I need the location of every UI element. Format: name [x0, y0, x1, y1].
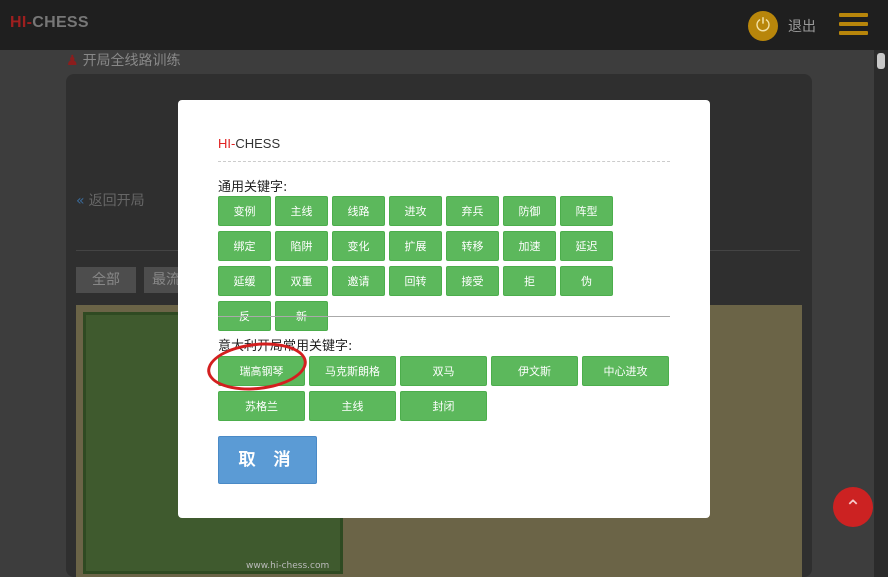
hamburger-menu-icon[interactable]: [839, 13, 868, 37]
keyword-button[interactable]: 绑定: [218, 231, 271, 261]
power-icon[interactable]: ⏻: [748, 11, 778, 41]
back-link[interactable]: «返回开局: [76, 190, 145, 210]
keyword-button[interactable]: 双马: [400, 356, 487, 386]
keyword-modal: HI-CHESS 通用关键字: 变例 主线 线路 进攻 弃兵 防御 阵型 绑定 …: [178, 100, 710, 518]
keyword-button[interactable]: 苏格兰: [218, 391, 305, 421]
keyword-button[interactable]: 进攻: [389, 196, 442, 226]
logo-suffix: CHESS: [32, 14, 89, 31]
keyword-button[interactable]: 回转: [389, 266, 442, 296]
back-link-label: 返回开局: [88, 193, 145, 209]
keyword-button[interactable]: 陷阱: [275, 231, 328, 261]
modal-dashed-divider: [218, 161, 670, 162]
keyword-button[interactable]: 主线: [309, 391, 396, 421]
keyword-button[interactable]: 马克斯朗格: [309, 356, 396, 386]
keyword-button[interactable]: 转移: [446, 231, 499, 261]
keyword-button[interactable]: 变化: [332, 231, 385, 261]
keyword-button[interactable]: 伊文斯: [491, 356, 578, 386]
keyword-button[interactable]: 主线: [275, 196, 328, 226]
keyword-button[interactable]: 延缓: [218, 266, 271, 296]
keyword-button[interactable]: 扩展: [389, 231, 442, 261]
keyword-button[interactable]: 防御: [503, 196, 556, 226]
keyword-button[interactable]: 加速: [503, 231, 556, 261]
general-keywords-grid: 变例 主线 线路 进攻 弃兵 防御 阵型 绑定 陷阱 变化 扩展 转移 加速 延…: [218, 196, 670, 336]
modal-section-divider: [218, 316, 670, 317]
general-keywords-label: 通用关键字:: [218, 180, 288, 195]
modal-title-suffix: CHESS: [235, 136, 281, 151]
logout-link[interactable]: 退出: [788, 16, 816, 36]
keyword-button[interactable]: 接受: [446, 266, 499, 296]
top-bar: HI-CHESS ⏻ 退出: [0, 0, 888, 50]
keyword-button[interactable]: 双重: [275, 266, 328, 296]
cancel-button[interactable]: 取 消: [218, 436, 317, 484]
keyword-button[interactable]: 线路: [332, 196, 385, 226]
keyword-button[interactable]: 延迟: [560, 231, 613, 261]
scrollbar-thumb[interactable]: [877, 53, 885, 69]
page-title: ♟ 开局全线路训练: [66, 50, 181, 70]
chevron-up-icon[interactable]: ⌃: [833, 487, 873, 527]
logo-prefix: HI-: [10, 14, 33, 31]
scrollbar-track[interactable]: [874, 50, 888, 577]
modal-title: HI-CHESS: [218, 136, 280, 151]
keyword-button[interactable]: 变例: [218, 196, 271, 226]
keyword-button[interactable]: 封闭: [400, 391, 487, 421]
keyword-button[interactable]: 弃兵: [446, 196, 499, 226]
board-watermark: www.hi-chess.com: [246, 561, 330, 571]
filter-all-button[interactable]: 全部: [76, 267, 136, 293]
keyword-button[interactable]: 中心进攻: [582, 356, 669, 386]
keyword-button[interactable]: 伪: [560, 266, 613, 296]
double-chevron-left-icon: «: [76, 193, 85, 209]
app-logo[interactable]: HI-CHESS: [10, 14, 89, 32]
modal-title-prefix: HI-: [218, 136, 236, 151]
keyword-button[interactable]: 阵型: [560, 196, 613, 226]
chess-piece-icon: ♟: [66, 53, 79, 69]
keyword-button[interactable]: 拒: [503, 266, 556, 296]
page-title-text: 开局全线路训练: [82, 53, 181, 69]
keyword-button[interactable]: 邀请: [332, 266, 385, 296]
